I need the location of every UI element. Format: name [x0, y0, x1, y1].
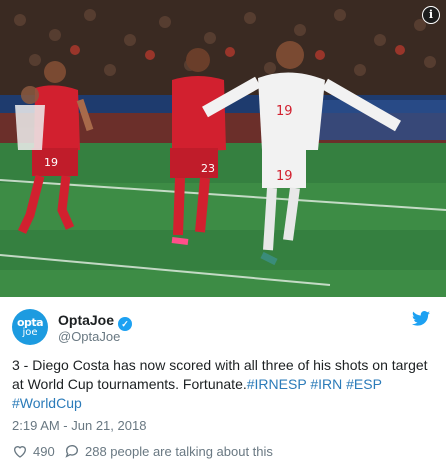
svg-text:19: 19 [44, 156, 58, 169]
hashtag-irnesp[interactable]: #IRNESP [247, 376, 307, 392]
tweet-text: 3 - Diego Costa has now scored with all … [12, 356, 432, 413]
svg-text:23: 23 [201, 162, 215, 175]
tweet-timestamp[interactable]: 2:19 AM - Jun 21, 2018 [12, 418, 146, 433]
reply-icon [65, 445, 78, 458]
twitter-bird-icon[interactable] [412, 311, 430, 326]
heart-icon [13, 446, 27, 458]
like-count: 490 [33, 444, 55, 459]
hashtag-esp[interactable]: #ESP [346, 376, 382, 392]
like-button[interactable]: 490 [12, 443, 55, 461]
match-scene: 19 23 19 19 [0, 0, 446, 297]
svg-text:19: 19 [276, 104, 293, 119]
avatar[interactable]: opta joe [12, 309, 48, 345]
tweet-card: 19 23 19 19 i opta joe OptaJoe ✓ @OptaJo… [0, 0, 446, 471]
avatar-text-bottom: joe [22, 327, 38, 338]
conversation-button[interactable]: 288 people are talking about this [64, 443, 273, 461]
author-handle[interactable]: @OptaJoe [58, 329, 120, 344]
info-icon[interactable]: i [422, 6, 440, 24]
talking-count: 288 people are talking about this [85, 444, 273, 459]
hashtag-worldcup[interactable]: #WorldCup [12, 395, 82, 411]
author-name[interactable]: OptaJoe [58, 312, 114, 328]
tweet-photo[interactable]: 19 23 19 19 i [0, 0, 446, 297]
svg-text:19: 19 [276, 169, 293, 184]
tweet-header: opta joe OptaJoe ✓ @OptaJoe [12, 309, 434, 345]
hashtag-irn[interactable]: #IRN [310, 376, 342, 392]
